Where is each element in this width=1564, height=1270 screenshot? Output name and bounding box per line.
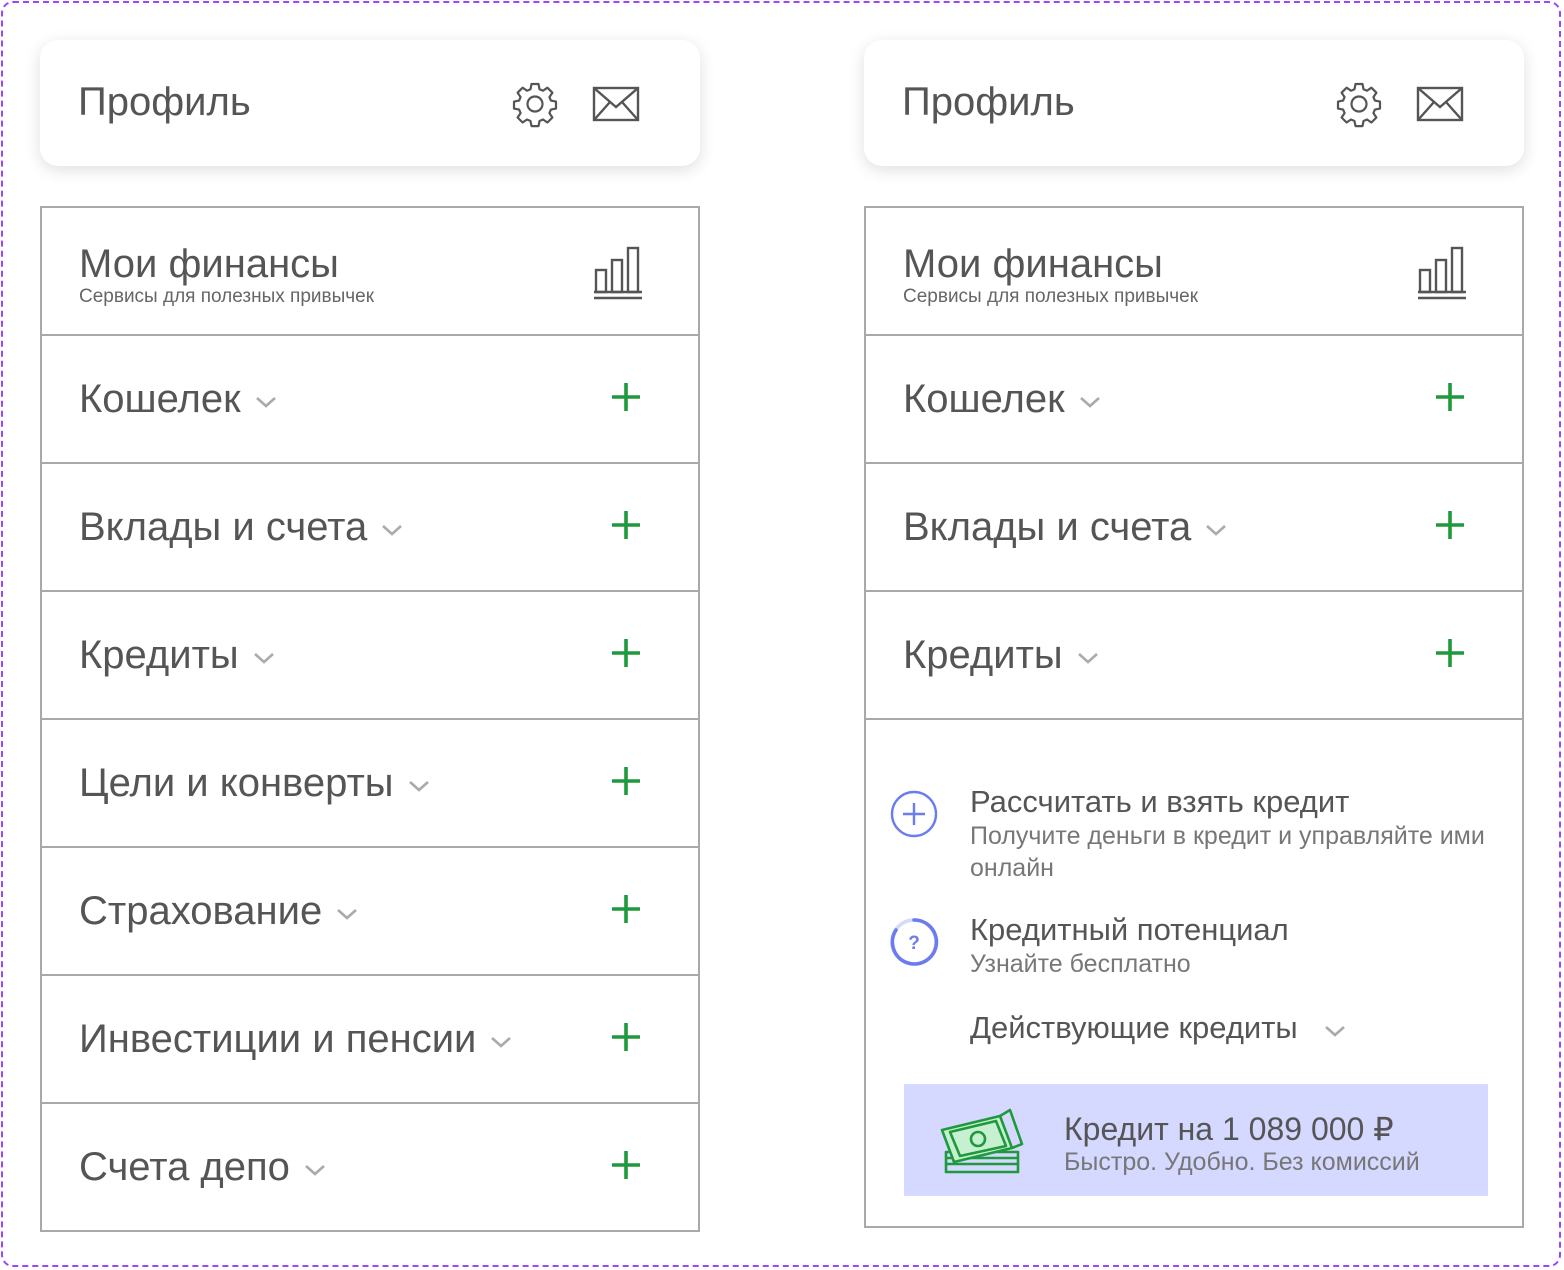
plus-icon[interactable]	[1434, 509, 1466, 541]
finance-list: Мои финансы Сервисы для полезных привыче…	[864, 206, 1524, 1228]
profile-title: Профиль	[902, 80, 1075, 124]
chevron-down-icon[interactable]	[1077, 651, 1099, 665]
chevron-down-icon[interactable]	[1205, 523, 1227, 537]
list-item-label: Кошелек	[79, 376, 241, 421]
credits-expanded-section: Рассчитать и взять кредит Получите деньг…	[866, 720, 1522, 1226]
list-item-label: Цели и конверты	[79, 760, 394, 805]
chevron-down-icon[interactable]	[304, 1163, 326, 1177]
credit-offer-title: Кредит на 1 089 000 ₽	[1064, 1111, 1394, 1147]
chevron-down-icon[interactable]	[1324, 1024, 1346, 1038]
list-item-wallet[interactable]: Кошелек	[866, 336, 1522, 464]
calculate-credit-desc: Получите деньги в кредит и управляйте им…	[970, 822, 1485, 882]
plus-icon[interactable]	[610, 509, 642, 541]
plus-icon[interactable]	[610, 1149, 642, 1181]
plus-icon[interactable]	[610, 637, 642, 669]
list-item-deposits[interactable]: Вклады и счета	[866, 464, 1522, 592]
add-circle-icon[interactable]	[890, 790, 940, 840]
list-item-label: Инвестиции и пенсии	[79, 1016, 477, 1061]
chevron-down-icon[interactable]	[255, 395, 277, 409]
list-item-label: Кредиты	[79, 632, 239, 677]
list-item-label: Кошелек	[903, 376, 1065, 421]
credit-potential-title: Кредитный потенциал	[970, 912, 1289, 947]
plus-icon[interactable]	[610, 893, 642, 925]
list-item-label: Вклады и счета	[79, 504, 368, 549]
gear-icon[interactable]	[510, 80, 560, 128]
credit-potential-desc: Узнайте бесплатно	[970, 950, 1191, 978]
list-item-insurance[interactable]: Страхование	[42, 848, 698, 976]
profile-card: Профиль	[864, 40, 1524, 166]
chevron-down-icon[interactable]	[1079, 395, 1101, 409]
credit-offer-banner[interactable]: Кредит на 1 089 000 ₽ Быстро. Удобно. Бе…	[904, 1084, 1488, 1196]
mail-icon[interactable]	[1415, 80, 1465, 128]
finance-title: Мои финансы	[903, 242, 1163, 286]
gear-icon[interactable]	[1334, 80, 1384, 128]
plus-icon[interactable]	[1434, 637, 1466, 669]
chevron-down-icon[interactable]	[490, 1035, 512, 1049]
finance-header: Мои финансы Сервисы для полезных привыче…	[42, 208, 698, 336]
plus-icon[interactable]	[1434, 381, 1466, 413]
active-credits-label: Действующие кредиты	[970, 1010, 1298, 1045]
calculate-credit-title: Рассчитать и взять кредит	[970, 784, 1350, 819]
bar-chart-icon[interactable]	[1416, 244, 1468, 300]
mail-icon[interactable]	[591, 80, 641, 128]
plus-icon[interactable]	[610, 381, 642, 413]
finance-subtitle: Сервисы для полезных привычек	[903, 286, 1199, 307]
finance-panel-collapsed: Профиль Мои финансы Сервисы для полезных…	[40, 40, 700, 1232]
list-item-credits[interactable]: Кредиты	[866, 592, 1522, 720]
finance-header: Мои финансы Сервисы для полезных привыче…	[866, 208, 1522, 336]
finance-title: Мои финансы	[79, 242, 339, 286]
plus-icon[interactable]	[610, 765, 642, 797]
list-item-goals[interactable]: Цели и конверты	[42, 720, 698, 848]
list-item-label: Кредиты	[903, 632, 1063, 677]
finance-panel-expanded: Профиль Мои финансы Сервисы для полезных…	[864, 40, 1524, 1228]
plus-icon[interactable]	[610, 1021, 642, 1053]
list-item-label: Счета депо	[79, 1144, 290, 1189]
credit-offer-subtitle: Быстро. Удобно. Без комиссий	[1064, 1148, 1420, 1176]
finance-subtitle: Сервисы для полезных привычек	[79, 286, 375, 307]
money-stack-icon	[940, 1108, 1024, 1174]
profile-title: Профиль	[78, 80, 251, 124]
list-item-label: Вклады и счета	[903, 504, 1192, 549]
list-item-label: Страхование	[79, 888, 323, 933]
question-progress-icon[interactable]: ?	[890, 918, 940, 968]
list-item-depo-accounts[interactable]: Счета депо	[42, 1104, 698, 1230]
chevron-down-icon[interactable]	[381, 523, 403, 537]
bar-chart-icon[interactable]	[592, 244, 644, 300]
svg-text:?: ?	[908, 933, 920, 954]
list-item-wallet[interactable]: Кошелек	[42, 336, 698, 464]
list-item-investments[interactable]: Инвестиции и пенсии	[42, 976, 698, 1104]
profile-card: Профиль	[40, 40, 700, 166]
active-credits-toggle[interactable]: Действующие кредиты	[970, 1010, 1346, 1046]
finance-list: Мои финансы Сервисы для полезных привыче…	[40, 206, 700, 1232]
chevron-down-icon[interactable]	[253, 651, 275, 665]
chevron-down-icon[interactable]	[408, 779, 430, 793]
list-item-credits[interactable]: Кредиты	[42, 592, 698, 720]
list-item-deposits[interactable]: Вклады и счета	[42, 464, 698, 592]
chevron-down-icon[interactable]	[336, 907, 358, 921]
